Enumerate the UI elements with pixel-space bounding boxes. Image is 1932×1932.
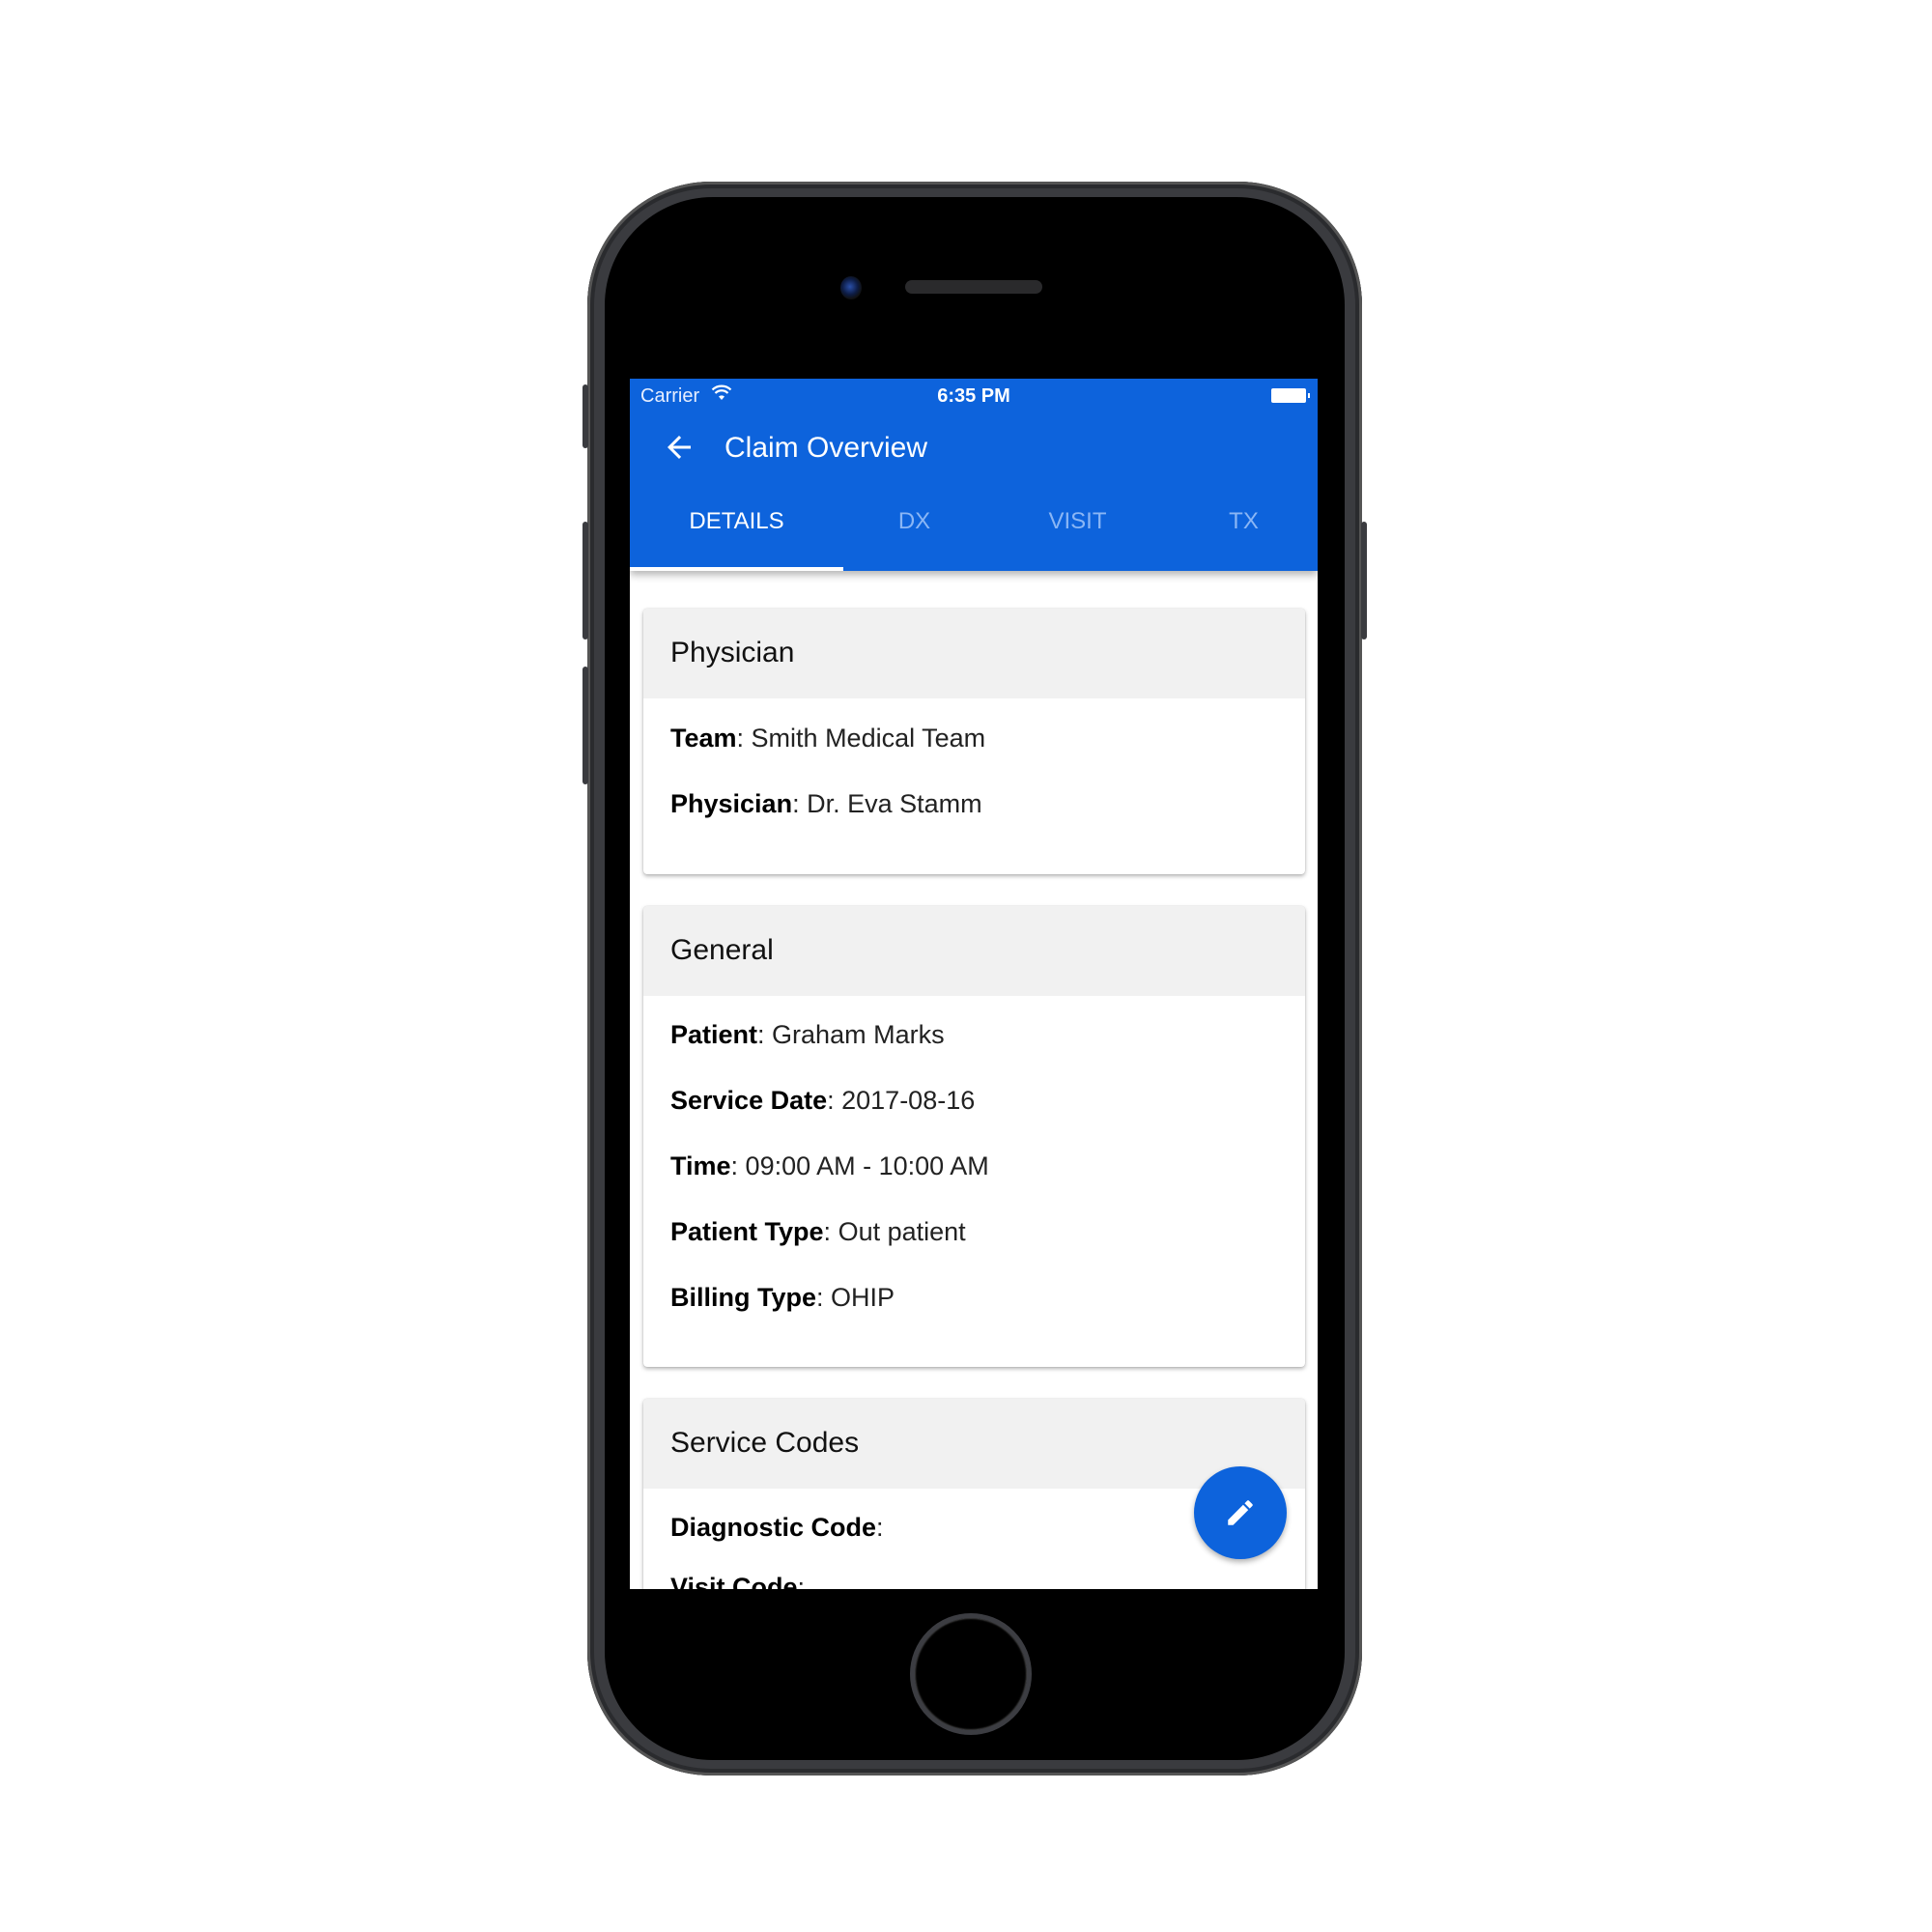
earpiece-speaker: [905, 280, 1042, 294]
detail-row-diagnostic-code: Diagnostic Code:: [670, 1513, 884, 1542]
app-screen: Carrier 6:35 PM Claim Overview DETAILS D…: [630, 379, 1318, 1589]
physician-card: Physician Team: Smith Medical Team Physi…: [643, 609, 1305, 874]
card-title: General: [670, 934, 774, 966]
tab-details[interactable]: DETAILS: [630, 495, 843, 571]
front-camera: [840, 276, 862, 299]
tab-visit[interactable]: VISIT: [985, 495, 1170, 571]
volume-up-button: [582, 522, 588, 639]
detail-row-service-date: Service Date: 2017-08-16: [670, 1086, 976, 1115]
mute-switch: [582, 384, 588, 448]
home-button[interactable]: [910, 1613, 1032, 1735]
pencil-icon: [1228, 1500, 1253, 1525]
card-header: Service Codes: [643, 1399, 1305, 1489]
detail-row-time: Time: 09:00 AM - 10:00 AM: [670, 1151, 989, 1180]
detail-row-patient: Patient: Graham Marks: [670, 1020, 945, 1049]
app-bar: Carrier 6:35 PM Claim Overview DETAILS D…: [630, 379, 1318, 571]
battery-icon: [1271, 388, 1310, 403]
card-title: Service Codes: [670, 1427, 860, 1459]
tab-bar: DETAILS DX VISIT TX: [630, 495, 1318, 571]
back-button[interactable]: [662, 430, 696, 465]
edit-fab-button[interactable]: [1194, 1466, 1287, 1559]
card-header: Physician: [643, 609, 1305, 698]
volume-down-button: [582, 667, 588, 784]
card-title: Physician: [670, 637, 795, 668]
power-button: [1361, 522, 1367, 639]
tab-dx[interactable]: DX: [843, 495, 985, 571]
arrow-left-icon: [668, 436, 691, 459]
detail-row-physician: Physician: Dr. Eva Stamm: [670, 789, 982, 818]
tab-tx[interactable]: TX: [1170, 495, 1318, 571]
general-card: General Patient: Graham Marks Service Da…: [643, 906, 1305, 1367]
card-header: General: [643, 906, 1305, 996]
detail-row-patient-type: Patient Type: Out patient: [670, 1217, 966, 1246]
detail-row-team: Team: Smith Medical Team: [670, 724, 986, 753]
detail-row-visit-code: Visit Code:: [670, 1573, 806, 1589]
status-bar: Carrier 6:35 PM: [630, 379, 1318, 413]
status-time: 6:35 PM: [937, 385, 1010, 407]
page-title: Claim Overview: [724, 432, 928, 464]
detail-row-billing-type: Billing Type: OHIP: [670, 1283, 895, 1312]
